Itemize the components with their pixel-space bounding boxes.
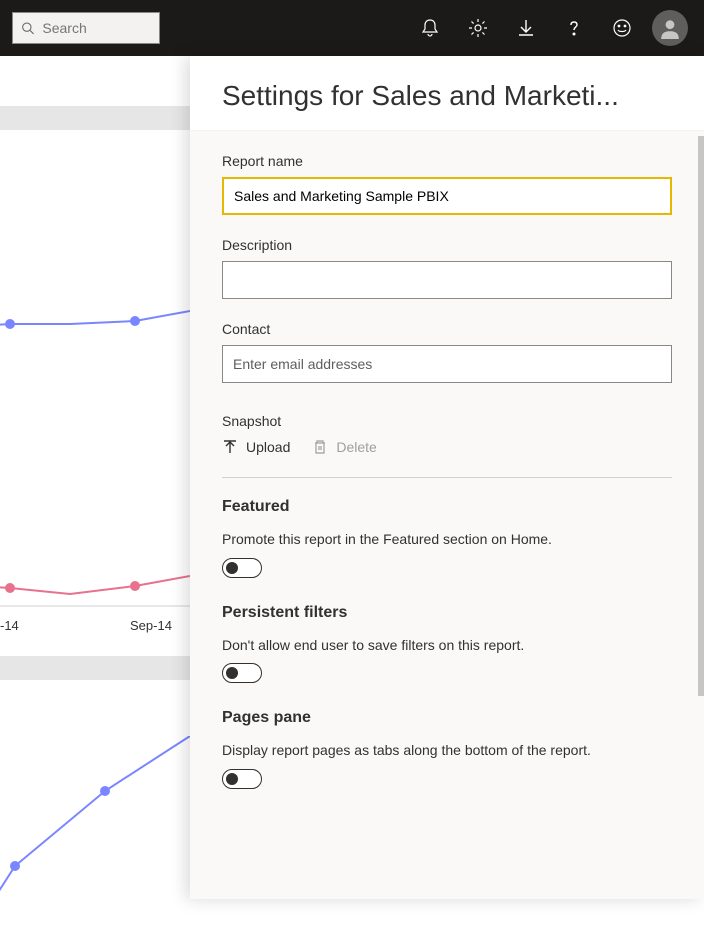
search-input[interactable] bbox=[42, 20, 151, 36]
pages-pane-desc: Display report pages as tabs along the b… bbox=[222, 741, 672, 761]
search-box[interactable] bbox=[12, 12, 160, 44]
divider bbox=[222, 477, 672, 478]
report-name-input[interactable] bbox=[222, 177, 672, 215]
persistent-filters-toggle[interactable] bbox=[222, 663, 262, 683]
persistent-filters-desc: Don't allow end user to save filters on … bbox=[222, 636, 672, 656]
feedback-button[interactable] bbox=[598, 0, 646, 56]
description-input[interactable] bbox=[222, 261, 672, 299]
axis-label: Sep-14 bbox=[130, 618, 172, 633]
axis-label: -14 bbox=[0, 618, 19, 633]
person-icon bbox=[659, 17, 681, 39]
download-button[interactable] bbox=[502, 0, 550, 56]
download-icon bbox=[516, 18, 536, 38]
topbar-actions bbox=[406, 0, 692, 56]
panel-header: Settings for Sales and Marketi... bbox=[190, 56, 704, 131]
upload-button[interactable]: Upload bbox=[222, 439, 290, 455]
smile-icon bbox=[612, 18, 632, 38]
featured-heading: Featured bbox=[222, 498, 672, 516]
delete-button: Delete bbox=[312, 439, 376, 455]
persistent-filters-heading: Persistent filters bbox=[222, 604, 672, 622]
settings-button[interactable] bbox=[454, 0, 502, 56]
question-icon bbox=[564, 18, 584, 38]
trash-icon bbox=[312, 439, 328, 455]
help-button[interactable] bbox=[550, 0, 598, 56]
pages-pane-toggle[interactable] bbox=[222, 769, 262, 789]
contact-input[interactable] bbox=[222, 345, 672, 383]
search-icon bbox=[21, 20, 34, 36]
notifications-button[interactable] bbox=[406, 0, 454, 56]
pages-pane-heading: Pages pane bbox=[222, 709, 672, 727]
settings-panel: Settings for Sales and Marketi... Report… bbox=[190, 56, 704, 899]
report-name-label: Report name bbox=[222, 153, 672, 169]
chart-line-blue-2 bbox=[0, 736, 190, 936]
gear-icon bbox=[468, 18, 488, 38]
scrollbar[interactable] bbox=[698, 136, 704, 696]
upload-icon bbox=[222, 439, 238, 455]
panel-body: Report name Description Contact Snapshot… bbox=[190, 131, 704, 899]
panel-title: Settings for Sales and Marketi... bbox=[222, 80, 672, 112]
chart-line-blue bbox=[0, 256, 190, 416]
featured-toggle[interactable] bbox=[222, 558, 262, 578]
account-avatar[interactable] bbox=[652, 10, 688, 46]
snapshot-label: Snapshot bbox=[222, 413, 672, 429]
featured-desc: Promote this report in the Featured sect… bbox=[222, 530, 672, 550]
delete-label: Delete bbox=[336, 439, 376, 455]
top-bar bbox=[0, 0, 704, 56]
description-label: Description bbox=[222, 237, 672, 253]
chart-line-red bbox=[0, 526, 190, 666]
upload-label: Upload bbox=[246, 439, 290, 455]
bell-icon bbox=[420, 18, 440, 38]
contact-label: Contact bbox=[222, 321, 672, 337]
